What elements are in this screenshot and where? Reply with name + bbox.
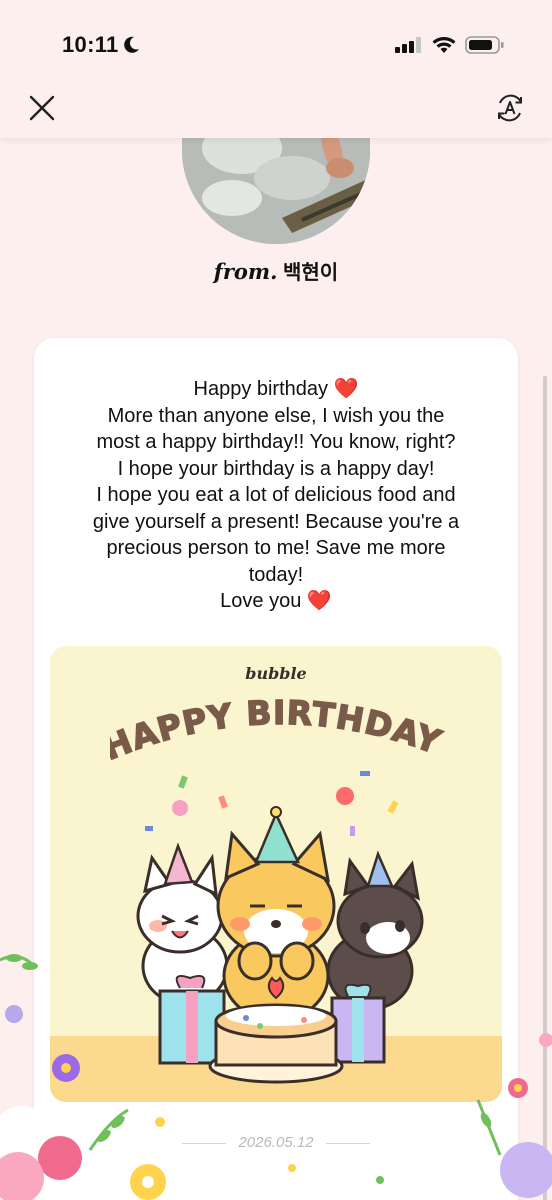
date-divider-right (325, 1142, 370, 1144)
status-bar: 10:11 (0, 0, 552, 80)
black-dog (326, 850, 424, 1011)
sender-name: 백현이 (283, 262, 339, 284)
message-line: today! (248, 563, 304, 586)
birthday-dogs-illustration (50, 771, 502, 1102)
letter-card: Happy birthday ❤️ More than anyone else,… (34, 338, 518, 1200)
message-line: Happy birthday ❤️ (193, 378, 359, 400)
message-line: Love you ❤️ (220, 590, 332, 612)
letter-date: 2026.05.12 (238, 1134, 314, 1151)
auto-translate-icon[interactable] (494, 92, 526, 124)
message-line: I hope you eat a lot of delicious food a… (96, 484, 456, 506)
moon-icon (124, 36, 139, 53)
date-divider-left (182, 1142, 227, 1144)
message-line: I hope your birthday is a happy day! (117, 457, 435, 480)
bubble-logo: bubble (245, 664, 307, 683)
battery-icon (465, 36, 504, 54)
message-line: More than anyone else, I wish you the (107, 404, 445, 427)
birthday-card-image: bubble HAPPY BIRTHDAY! (50, 646, 502, 1102)
top-navigation-bar (0, 80, 552, 138)
message-line: precious person to me! Save me more (106, 537, 446, 559)
wifi-icon (432, 37, 456, 53)
cellular-signal-icon (395, 37, 421, 53)
sender-avatar (182, 138, 370, 244)
svg-text:HAPPY BIRTHDAY!: HAPPY BIRTHDAY! (110, 690, 447, 760)
vertical-scrollbar[interactable] (543, 376, 547, 1200)
avatar-photo (182, 138, 370, 244)
happy-birthday-title: HAPPY BIRTHDAY! (110, 690, 447, 760)
status-time: 10:11 (62, 32, 119, 57)
close-icon[interactable] (28, 94, 56, 122)
message-line: give yourself a present! Because you're … (92, 510, 460, 533)
letter-message: Happy birthday ❤️ More than anyone else,… (54, 376, 498, 615)
message-line: most a happy birthday!! You know, right? (96, 431, 456, 453)
from-label: from. (213, 259, 278, 284)
letter-date-row: 2026.05.12 (0, 1134, 552, 1151)
letter-scroll-area[interactable]: from. 백현이 Happy birthday ❤️ More than an… (0, 138, 552, 1200)
sender-line: from. 백현이 (0, 256, 552, 285)
